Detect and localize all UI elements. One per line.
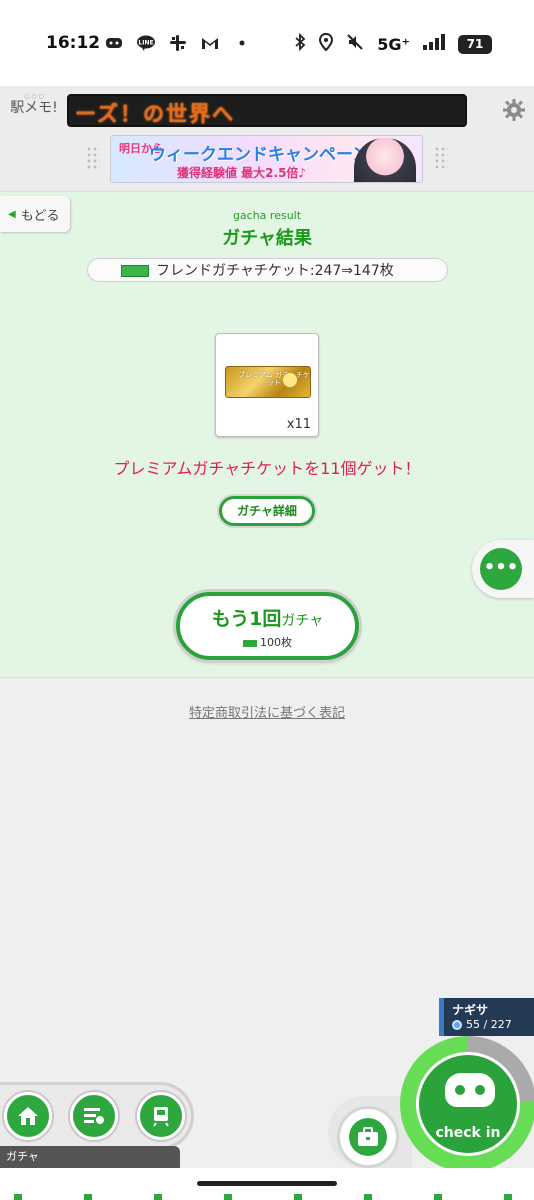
mute-icon xyxy=(346,33,364,55)
xp-orb-icon xyxy=(452,1019,462,1030)
slack-icon xyxy=(168,34,188,51)
list-icon xyxy=(84,1108,104,1124)
bluetooth-icon xyxy=(294,32,306,55)
network-type: 5G⁺ xyxy=(377,34,410,54)
location-icon xyxy=(319,32,334,55)
bottom-decor-tiles xyxy=(14,1194,534,1200)
player-badge[interactable]: ナギサ 55 / 227 xyxy=(439,998,534,1036)
home-indicator[interactable] xyxy=(197,1181,337,1186)
checkin-button[interactable]: check in xyxy=(416,1052,520,1156)
ticket-cost-icon xyxy=(243,639,257,647)
player-xp: 55 / 227 xyxy=(452,1018,512,1031)
train-menu-button[interactable] xyxy=(137,1092,185,1140)
home-button[interactable] xyxy=(4,1092,52,1140)
page-title: ガチャ結果 xyxy=(222,228,312,249)
banner-title: ウィークエンドキャンペーン! xyxy=(149,145,377,165)
gacha-detail-button[interactable]: ガチャ詳細 xyxy=(219,496,315,526)
prize-count: x11 xyxy=(286,417,311,432)
logo-text: 駅メモ! xyxy=(10,99,58,116)
campaign-banner[interactable]: 明日から ウィークエンドキャンペーン! 獲得経験値 最大2.5倍♪ xyxy=(110,135,423,183)
battery-icon: 71 xyxy=(458,34,492,54)
player-xp-text: 55 / 227 xyxy=(466,1018,512,1031)
friend-ticket-icon xyxy=(121,265,149,277)
app-header: ○ ○ ○ 駅メモ! ーズ！の世界へ 明日から ウィークエンドキャンペーン! 獲… xyxy=(0,86,534,192)
again-label: もう1回ガチャ xyxy=(180,604,355,631)
again-cost-text: 100枚 xyxy=(260,636,292,649)
ticker-text: ーズ！の世界へ xyxy=(75,102,235,126)
app-logo: ○ ○ ○ 駅メモ! xyxy=(8,93,60,116)
station-list-button[interactable] xyxy=(70,1092,118,1140)
premium-ticket-icon: プレミアム ガチャチケット xyxy=(225,366,311,398)
status-time: 16:12 xyxy=(46,33,101,53)
home-icon xyxy=(18,1107,38,1125)
train-icon xyxy=(153,1107,169,1127)
speaker-grill-left xyxy=(86,146,100,170)
speaker-grill-right xyxy=(434,146,448,170)
notification-icons: LINE xyxy=(104,34,252,51)
dot-icon xyxy=(232,34,252,51)
again-cost: 100枚 xyxy=(180,634,355,650)
led-ticker: ーズ！の世界へ xyxy=(67,94,467,127)
ticket-usage-bar: フレンドガチャチケット:247⇒147枚 xyxy=(87,258,448,282)
page-subtitle: gacha result xyxy=(232,209,302,222)
legal-notice-link[interactable]: 特定商取引法に基づく表記 xyxy=(0,702,534,721)
result-message: プレミアムガチャチケットを11個ゲット！ xyxy=(113,459,421,478)
banner-subtitle: 獲得経験値 最大2.5倍♪ xyxy=(177,166,307,180)
again-label-small: ガチャ xyxy=(281,613,324,629)
ticket-emblem-icon xyxy=(282,372,298,388)
gacha-again-button[interactable]: もう1回ガチャ 100枚 xyxy=(176,592,359,660)
status-bar: 16:12 LINE 5G⁺ 71 xyxy=(0,0,534,86)
player-name: ナギサ xyxy=(452,1003,489,1017)
system-icons: 5G⁺ 71 xyxy=(294,32,492,55)
again-label-big: もう1回 xyxy=(211,608,282,630)
gear-icon[interactable] xyxy=(501,98,527,124)
more-menu-button[interactable]: ••• xyxy=(472,540,534,598)
checkin-label: check in xyxy=(435,1125,501,1141)
svg-text:LINE: LINE xyxy=(138,39,153,46)
signal-icon xyxy=(423,34,445,54)
gacha-result-panel: ◀ もどる gacha result ガチャ結果 フレンドガチャチケット:247… xyxy=(0,192,534,678)
ticket-usage-text: フレンドガチャチケット:247⇒147枚 xyxy=(156,263,394,279)
current-screen-label: ガチャ xyxy=(0,1146,180,1168)
line-icon: LINE xyxy=(136,34,156,51)
more-dots-icon: ••• xyxy=(480,548,522,590)
discord-icon xyxy=(104,34,124,51)
premium-ticket-label: プレミアム ガチャチケット xyxy=(238,371,310,388)
prize-card[interactable]: プレミアム ガチャチケット x11 xyxy=(215,333,319,437)
briefcase-icon xyxy=(349,1118,387,1156)
bag-button[interactable] xyxy=(337,1106,399,1168)
gmail-icon xyxy=(200,34,220,51)
checkin-mascot-icon xyxy=(445,1073,495,1107)
banner-character-illustration xyxy=(354,138,416,182)
